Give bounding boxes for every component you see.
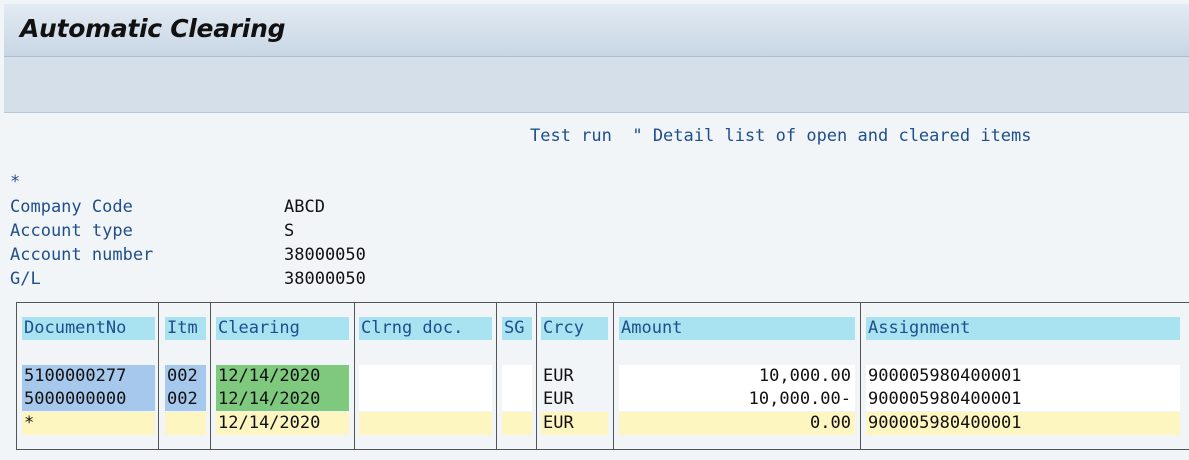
total-row-crcy[interactable]: EUR xyxy=(541,412,608,435)
table-row-2-documentno[interactable]: 5000000000 xyxy=(22,388,155,411)
param-value-account-number: 38000050 xyxy=(284,245,366,265)
column-header-amount[interactable]: Amount xyxy=(619,317,855,340)
column-separator xyxy=(158,302,159,450)
param-value-account-type: S xyxy=(284,221,295,241)
column-separator xyxy=(496,302,497,450)
total-row-assignment[interactable]: 900005980400001 xyxy=(866,412,1180,435)
column-header-crcy[interactable]: Crcy xyxy=(541,317,608,340)
total-row-sg[interactable] xyxy=(502,412,532,435)
total-row-clearing[interactable]: 12/14/2020 xyxy=(216,412,349,435)
total-row-clrng-doc[interactable] xyxy=(359,412,492,435)
total-row-amount[interactable]: 0.00 xyxy=(619,412,855,435)
table-row-2-amount[interactable]: 10,000.00- xyxy=(619,388,855,411)
table-row-1-itm[interactable]: 002 xyxy=(165,365,206,388)
column-header-clearing[interactable]: Clearing xyxy=(216,317,349,340)
table-row-2-clrng-doc[interactable] xyxy=(359,388,492,411)
column-header-itm[interactable]: Itm xyxy=(165,317,206,340)
table-row-1-clrng-doc[interactable] xyxy=(359,365,492,388)
table-row-2-assignment[interactable]: 900005980400001 xyxy=(866,388,1180,411)
asterisk-marker: * xyxy=(10,172,21,192)
table-row-1-assignment[interactable]: 900005980400001 xyxy=(866,365,1180,388)
application-toolbar xyxy=(4,57,1189,113)
param-value-gl: 38000050 xyxy=(284,269,366,289)
table-row-1-documentno[interactable]: 5100000277 xyxy=(22,365,155,388)
param-label-account-number: Account number xyxy=(10,245,154,265)
column-header-documentno[interactable]: DocumentNo xyxy=(22,317,155,340)
column-header-clrng-doc[interactable]: Clrng doc. xyxy=(359,317,492,340)
column-separator xyxy=(210,302,211,450)
column-separator xyxy=(613,302,614,450)
table-row-1-amount[interactable]: 10,000.00 xyxy=(619,365,855,388)
page-title: Automatic Clearing xyxy=(20,14,286,43)
table-row-1-crcy[interactable]: EUR xyxy=(541,365,608,388)
param-value-company-code: ABCD xyxy=(284,197,325,217)
table-row-1-clearing[interactable]: 12/14/2020 xyxy=(216,365,349,388)
table-row-2-clearing[interactable]: 12/14/2020 xyxy=(216,388,349,411)
title-bar: Automatic Clearing xyxy=(4,4,1189,57)
table-row-2-crcy[interactable]: EUR xyxy=(541,388,608,411)
table-row-2-itm[interactable]: 002 xyxy=(165,388,206,411)
column-header-assignment[interactable]: Assignment xyxy=(866,317,1180,340)
param-label-account-type: Account type xyxy=(10,221,133,241)
column-separator xyxy=(860,302,861,450)
total-row-itm[interactable] xyxy=(165,412,206,435)
total-row-marker[interactable]: * xyxy=(22,412,155,435)
param-label-company-code: Company Code xyxy=(10,197,133,217)
table-row-1-sg[interactable] xyxy=(502,365,532,388)
column-separator xyxy=(536,302,537,450)
column-header-sg[interactable]: SG xyxy=(502,317,532,340)
info-line: Test run " Detail list of open and clear… xyxy=(530,126,1032,146)
column-separator xyxy=(354,302,355,450)
table-row-2-sg[interactable] xyxy=(502,388,532,411)
param-label-gl: G/L xyxy=(10,269,41,289)
